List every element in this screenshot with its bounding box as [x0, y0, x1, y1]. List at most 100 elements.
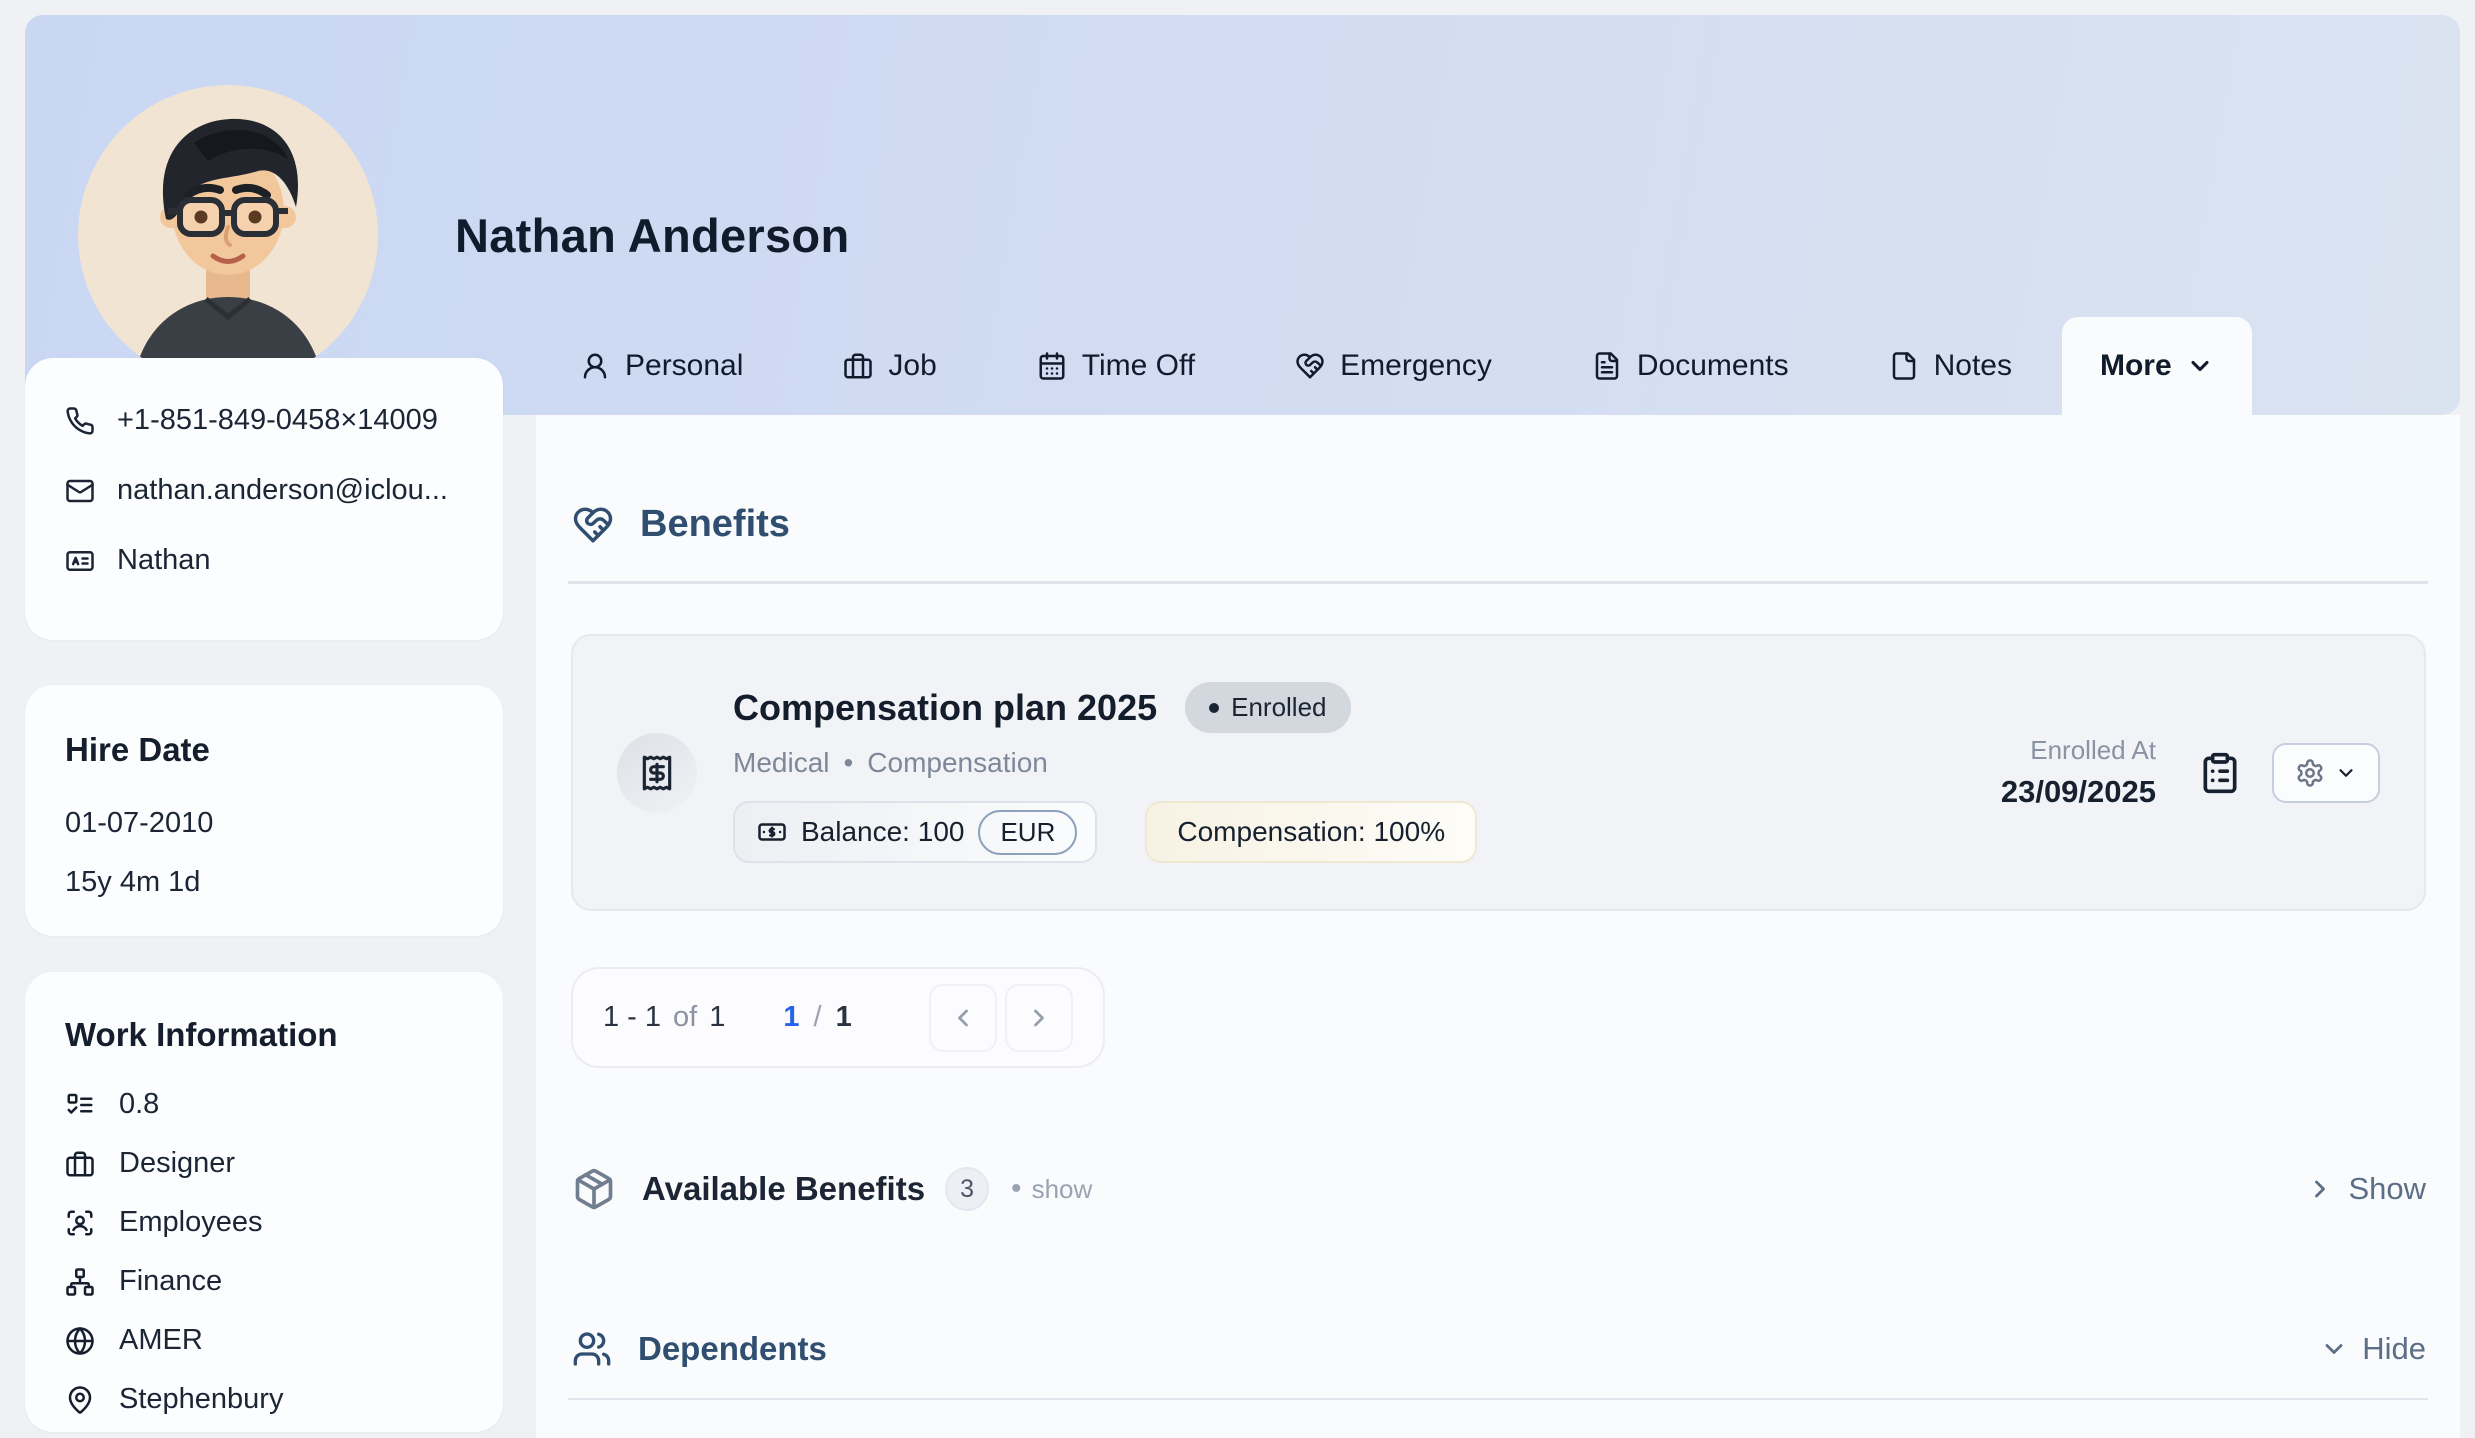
work-item-role: Designer: [65, 1147, 463, 1180]
banknote-icon: [757, 817, 787, 847]
page-title: Nathan Anderson: [455, 208, 849, 263]
next-page-button[interactable]: [1005, 984, 1073, 1052]
work-item-label: Stephenbury: [119, 1383, 283, 1416]
enrolled-at-label: Enrolled At: [2030, 735, 2156, 766]
total-pages: 1: [836, 1001, 852, 1034]
tab-more[interactable]: More: [2062, 317, 2252, 415]
chevron-down-icon: [2186, 352, 2214, 380]
status-label: Enrolled: [1231, 692, 1326, 723]
benefits-panel: Benefits Compensation plan 2025 Enrolled…: [536, 415, 2460, 1438]
heart-handshake-icon: [1295, 351, 1325, 381]
list-todo-icon: [65, 1090, 95, 1120]
inline-show-label: show: [1032, 1174, 1093, 1205]
file-text-icon: [1592, 351, 1622, 381]
pagination-bar: 1 - 1 of 1 1 / 1: [571, 967, 1105, 1068]
briefcase-icon: [65, 1149, 95, 1179]
work-item-location: Stephenbury: [65, 1383, 463, 1416]
status-badge: Enrolled: [1185, 682, 1350, 733]
users-icon: [572, 1329, 612, 1369]
email-row: nathan.anderson@iclou...: [65, 474, 463, 507]
phone-icon: [65, 406, 95, 436]
briefcase-icon: [843, 351, 873, 381]
pagination-pages: 1 / 1: [783, 1001, 851, 1034]
toggle-label: Show: [2348, 1171, 2426, 1207]
work-item-team: Employees: [65, 1206, 463, 1239]
dependents-title: Dependents: [638, 1330, 827, 1368]
balance-chip: Balance: 100 EUR: [733, 801, 1097, 863]
plan-settings-button[interactable]: [2272, 743, 2380, 803]
status-dot-icon: [1209, 703, 1219, 713]
work-item-region: AMER: [65, 1324, 463, 1357]
chevron-down-icon: [2335, 762, 2357, 784]
tab-time-off[interactable]: Time Off: [1037, 349, 1195, 383]
current-page: 1: [783, 1001, 799, 1034]
work-info-title: Work Information: [65, 1016, 463, 1054]
id-card-icon: [65, 546, 95, 576]
tab-label: Emergency: [1340, 349, 1492, 383]
nickname-value: Nathan: [117, 544, 211, 577]
plan-category: Compensation: [867, 747, 1048, 779]
plan-title: Compensation plan 2025: [733, 687, 1157, 729]
dependents-row: Dependents Hide: [572, 1320, 2426, 1378]
chevron-right-icon: [1025, 1004, 1053, 1032]
tab-job[interactable]: Job: [843, 349, 936, 383]
user-icon: [580, 351, 610, 381]
dependents-toggle[interactable]: Hide: [2320, 1331, 2426, 1367]
phone-row: +1-851-849-0458×14009: [65, 404, 463, 437]
page-separator: /: [814, 1001, 822, 1034]
inline-show-link[interactable]: • show: [1011, 1174, 1092, 1205]
mail-icon: [65, 476, 95, 506]
work-item-label: 0.8: [119, 1088, 159, 1121]
tab-emergency[interactable]: Emergency: [1295, 349, 1492, 383]
divider: [568, 581, 2428, 584]
tab-notes[interactable]: Notes: [1889, 349, 2012, 383]
receipt-icon: [638, 754, 676, 792]
count-badge: 3: [945, 1167, 989, 1211]
available-benefits-row: Available Benefits 3 • show Show: [572, 1157, 2426, 1221]
hire-date-title: Hire Date: [65, 731, 463, 769]
hire-date-value: 01-07-2010: [65, 807, 463, 840]
calendar-icon: [1037, 351, 1067, 381]
dot-separator: •: [843, 747, 853, 779]
work-item-fte: 0.8: [65, 1088, 463, 1121]
hire-date-card: Hire Date 01-07-2010 15y 4m 1d: [25, 685, 503, 936]
dependents-header: Dependents: [572, 1329, 827, 1369]
avatar-image: [78, 85, 378, 385]
chevron-down-icon: [2320, 1335, 2348, 1363]
enrolled-at-block: Enrolled At 23/09/2025: [2001, 735, 2156, 810]
contact-card: +1-851-849-0458×14009 nathan.anderson@ic…: [25, 358, 503, 640]
plan-category: Medical: [733, 747, 829, 779]
available-benefits-title: Available Benefits: [642, 1170, 925, 1208]
gear-icon: [2295, 758, 2325, 788]
plan-categories: Medical • Compensation: [733, 747, 1477, 779]
chevron-left-icon: [949, 1004, 977, 1032]
prev-page-button[interactable]: [929, 984, 997, 1052]
tab-personal[interactable]: Personal: [580, 349, 743, 383]
work-item-department: Finance: [65, 1265, 463, 1298]
of-label: of: [673, 1001, 697, 1034]
network-icon: [65, 1267, 95, 1297]
currency-pill: EUR: [978, 810, 1077, 855]
hire-tenure-value: 15y 4m 1d: [65, 866, 463, 899]
phone-value: +1-851-849-0458×14009: [117, 404, 438, 437]
package-icon: [572, 1167, 616, 1211]
user-scan-icon: [65, 1208, 95, 1238]
tab-documents[interactable]: Documents: [1592, 349, 1789, 383]
work-item-label: AMER: [119, 1324, 203, 1357]
toggle-label: Hide: [2362, 1331, 2426, 1367]
work-item-label: Finance: [119, 1265, 222, 1298]
work-item-label: Designer: [119, 1147, 235, 1180]
tab-label: Time Off: [1082, 349, 1195, 383]
tab-label: More: [2100, 349, 2172, 383]
file-icon: [1889, 351, 1919, 381]
available-benefits-toggle[interactable]: Show: [2306, 1171, 2426, 1207]
plan-icon-circle: [617, 733, 697, 813]
pagination-range: 1 - 1 of 1: [603, 1001, 725, 1034]
heart-handshake-icon: [572, 504, 614, 546]
clipboard-list-icon[interactable]: [2198, 751, 2242, 795]
tab-label: Notes: [1934, 349, 2012, 383]
avatar: [78, 85, 378, 385]
email-value: nathan.anderson@iclou...: [117, 474, 448, 507]
globe-icon: [65, 1326, 95, 1356]
map-pin-icon: [65, 1385, 95, 1415]
